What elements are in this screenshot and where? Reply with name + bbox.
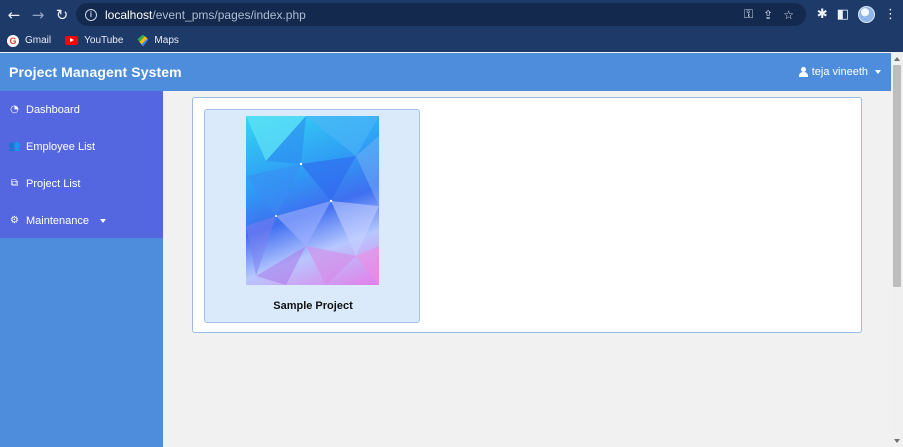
url-text[interactable]: localhost/event_pms/pages/index.php (105, 8, 306, 22)
sidebar-menu: ◔ Dashboard 👥 Employee List ⧉ Project Li… (0, 91, 163, 238)
sidebar-item-dashboard[interactable]: ◔ Dashboard (0, 91, 163, 128)
bookmark-label: Maps (154, 35, 179, 46)
user-menu[interactable]: teja vineeth (798, 53, 881, 91)
reload-icon[interactable]: ↻ (50, 3, 74, 27)
project-title: Sample Project (273, 300, 353, 312)
browser-toolbar: ← → ↻ i localhost/event_pms/pages/index.… (0, 0, 903, 29)
copy-icon: ⧉ (10, 178, 19, 189)
users-icon: 👥 (8, 141, 21, 152)
project-cover-image (246, 116, 379, 285)
user-name: teja vineeth (811, 66, 868, 78)
sidebar-item-label: Employee List (26, 140, 96, 153)
share-icon[interactable]: ⇪ (763, 8, 773, 22)
maps-icon (137, 34, 149, 47)
sidebar: ◔ Dashboard 👥 Employee List ⧉ Project Li… (0, 91, 163, 447)
bookmarks-bar: G Gmail YouTube Maps (0, 29, 903, 52)
side-panel-icon[interactable]: ◧ (837, 7, 849, 22)
bookmark-maps[interactable]: Maps (137, 34, 179, 47)
site-info-icon[interactable]: i (85, 8, 97, 21)
sidebar-item-maintenance[interactable]: ⚙ Maintenance (0, 202, 163, 239)
scroll-up-icon[interactable] (894, 57, 900, 61)
menu-dots-icon[interactable]: ⋮ (884, 7, 897, 22)
address-bar[interactable]: i localhost/event_pms/pages/index.php ⚿ … (76, 3, 806, 26)
youtube-icon (65, 36, 79, 45)
forward-icon[interactable]: → (26, 3, 50, 27)
user-icon (798, 67, 808, 77)
key-icon[interactable]: ⚿ (744, 7, 753, 22)
profile-avatar[interactable] (858, 6, 875, 23)
project-card[interactable]: Sample Project (204, 109, 420, 323)
sidebar-item-label: Dashboard (26, 103, 80, 116)
sidebar-item-label: Maintenance (26, 214, 89, 227)
cogs-icon: ⚙ (10, 215, 19, 226)
bookmark-youtube[interactable]: YouTube (65, 35, 123, 46)
dashboard-icon: ◔ (10, 104, 19, 115)
back-icon[interactable]: ← (2, 3, 26, 27)
gmail-icon: G (7, 34, 19, 47)
bookmark-label: Gmail (25, 35, 52, 46)
sidebar-item-employee-list[interactable]: 👥 Employee List (0, 128, 163, 165)
caret-down-icon (100, 218, 106, 223)
bookmark-label: YouTube (84, 35, 124, 46)
bookmark-gmail[interactable]: G Gmail (7, 34, 52, 47)
app-title: Project Managent System (9, 64, 182, 80)
page-scrollbar[interactable] (891, 53, 903, 447)
projects-panel: Sample Project (192, 97, 862, 333)
scroll-down-icon[interactable] (894, 439, 900, 443)
sidebar-item-project-list[interactable]: ⧉ Project List (0, 165, 163, 202)
star-icon[interactable]: ☆ (783, 8, 794, 22)
extensions-icon[interactable]: ✱ (817, 7, 828, 22)
sidebar-item-label: Project List (26, 177, 81, 190)
scroll-thumb[interactable] (893, 65, 901, 287)
app-header: Project Managent System teja vineeth (0, 53, 891, 91)
caret-down-icon (875, 70, 881, 74)
